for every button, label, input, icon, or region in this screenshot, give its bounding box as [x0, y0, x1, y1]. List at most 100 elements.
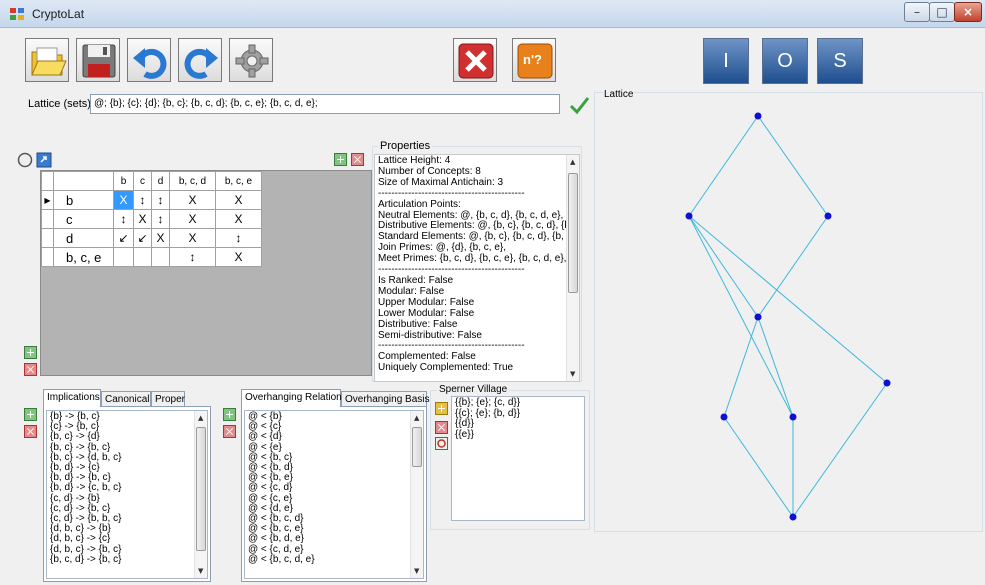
table-cell[interactable]: X	[113, 190, 134, 210]
tab-proper[interactable]: Proper	[151, 391, 185, 407]
maximize-button[interactable]: □	[929, 2, 955, 22]
save-button[interactable]	[76, 38, 120, 82]
table-row[interactable]: b, c, e ↕ X	[41, 247, 262, 267]
row-selector-icon: ▶	[41, 190, 54, 210]
table-cell[interactable]: X	[169, 209, 216, 229]
list-item[interactable]: {{e}}	[452, 429, 584, 441]
table-cell[interactable]	[151, 247, 170, 267]
lattice-node[interactable]	[824, 212, 832, 220]
lattice-node[interactable]	[789, 413, 797, 421]
table-cell[interactable]: X	[169, 228, 216, 248]
export-icon[interactable]	[36, 152, 52, 168]
lattice-node[interactable]	[685, 212, 693, 220]
close-window-button[interactable]: ×	[954, 2, 982, 22]
add-implication-button[interactable]	[24, 408, 37, 421]
scroll-up-icon[interactable]: ▲	[570, 158, 575, 166]
open-folder-icon	[31, 47, 67, 76]
context-grid: b c d b, c, d b, c, e ▶ b X ↕ ↕ X X c ↕ …	[40, 170, 372, 376]
checkmark-icon[interactable]	[568, 94, 590, 116]
table-cell[interactable]: ↙	[133, 228, 152, 248]
column-header[interactable]: b	[113, 171, 134, 191]
table-cell[interactable]: ↙	[113, 228, 134, 248]
delete-button[interactable]	[453, 38, 497, 82]
remove-overhanging-button[interactable]	[223, 425, 236, 438]
add-sperner-button[interactable]	[435, 402, 448, 415]
table-row[interactable]: ▶ b X ↕ ↕ X X	[41, 190, 262, 210]
lattice-node[interactable]	[754, 112, 762, 120]
add-overhanging-button[interactable]	[223, 408, 236, 421]
lattice-node[interactable]	[789, 513, 797, 521]
implications-scrollbar[interactable]: ▲ ▼	[194, 411, 207, 578]
table-row[interactable]: c ↕ X ↕ X X	[41, 209, 262, 229]
sperner-title: Sperner Village	[437, 384, 510, 395]
count-button[interactable]: n'?	[512, 38, 556, 82]
table-row[interactable]: d ↙ ↙ X X ↕	[41, 228, 262, 248]
table-cell[interactable]: X	[215, 247, 262, 267]
column-header[interactable]: b, c, d	[169, 171, 216, 191]
table-cell[interactable]: X	[169, 190, 216, 210]
table-cell[interactable]: ↕	[169, 247, 216, 267]
tab-canonical[interactable]: Canonical	[101, 391, 151, 407]
table-cell[interactable]: X	[215, 190, 262, 210]
app-icon	[10, 8, 24, 20]
remove-sperner-button[interactable]	[435, 421, 448, 434]
lattice-sets-input[interactable]: @; {b}; {c}; {d}; {b, c}; {b, c, d}; {b,…	[90, 94, 560, 114]
list-item[interactable]: {{d}}	[452, 418, 584, 430]
undo-button[interactable]	[127, 38, 171, 82]
remove-row-button[interactable]	[24, 363, 37, 376]
tab-implications[interactable]: Implications	[43, 389, 101, 407]
table-cell[interactable]	[113, 247, 134, 267]
scroll-down-icon[interactable]: ▼	[570, 370, 575, 378]
implications-list[interactable]: {b} -> {b, c} {c} -> {b, c} {b, c} -> {d}{…	[46, 410, 208, 579]
table-cell[interactable]: X	[215, 209, 262, 229]
list-item[interactable]: {b, c, d} -> {b, c}	[47, 554, 207, 565]
tab-overhanging-relation[interactable]: Overhanging Relation	[241, 389, 342, 407]
table-cell[interactable]	[133, 247, 152, 267]
scroll-down-icon[interactable]: ▼	[198, 567, 203, 575]
properties-textbox[interactable]: Lattice Height: 4 Number of Concepts: 8 Si…	[374, 154, 580, 382]
open-button[interactable]	[25, 38, 69, 82]
sperner-list[interactable]: {{b}; {e}; {c, d}} {{c}; {e}; {b, d}} {{d}…	[451, 396, 585, 521]
lattice-diagram[interactable]	[595, 93, 982, 531]
scroll-up-icon[interactable]: ▲	[414, 414, 419, 422]
table-cell[interactable]: X	[151, 228, 170, 248]
tab-overhanging-basis[interactable]: Overhanging Basis	[341, 391, 430, 407]
lattice-panel: Lattice	[594, 89, 983, 532]
list-item[interactable]: {{b}; {e}; {c, d}}	[452, 397, 584, 409]
properties-scrollbar[interactable]: ▲ ▼	[566, 155, 579, 381]
refresh-icon[interactable]	[435, 437, 448, 450]
row-header[interactable]: b	[53, 190, 114, 210]
remove-column-button[interactable]	[351, 153, 364, 166]
lattice-node[interactable]	[883, 379, 891, 387]
table-cell[interactable]: ↕	[215, 228, 262, 248]
scroll-down-icon[interactable]: ▼	[414, 567, 419, 575]
minimize-button[interactable]: –	[904, 2, 930, 22]
overhanging-scrollbar[interactable]: ▲ ▼	[410, 411, 423, 578]
row-header[interactable]: d	[53, 228, 114, 248]
output-button[interactable]: O	[762, 38, 808, 84]
table-cell[interactable]: ↕	[151, 190, 170, 210]
settings-s-button[interactable]: S	[817, 38, 863, 84]
settings-button[interactable]	[229, 38, 273, 82]
overhanging-list[interactable]: @ < {b} @ < {c} @ < {d} @ < {e} @ < {b, c} @ …	[244, 410, 424, 579]
input-button[interactable]: I	[703, 38, 749, 84]
remove-implication-button[interactable]	[24, 425, 37, 438]
row-header[interactable]: b, c, e	[53, 247, 114, 267]
redo-button[interactable]	[178, 38, 222, 82]
property-line: ----------------------------------------…	[378, 187, 525, 199]
list-item[interactable]: @ < {b, c, d, e}	[245, 554, 423, 565]
scroll-up-icon[interactable]: ▲	[198, 414, 203, 422]
table-cell[interactable]: ↕	[113, 209, 134, 229]
table-cell[interactable]: ↕	[133, 190, 152, 210]
column-header[interactable]: c	[133, 171, 152, 191]
add-column-button[interactable]	[334, 153, 347, 166]
lattice-node[interactable]	[720, 413, 728, 421]
table-cell[interactable]: ↕	[151, 209, 170, 229]
table-cell[interactable]: X	[133, 209, 152, 229]
lattice-node[interactable]	[754, 313, 762, 321]
column-header[interactable]: d	[151, 171, 170, 191]
circle-tool-icon[interactable]	[17, 152, 33, 168]
column-header[interactable]: b, c, e	[215, 171, 262, 191]
add-row-button[interactable]	[24, 346, 37, 359]
row-header[interactable]: c	[53, 209, 114, 229]
